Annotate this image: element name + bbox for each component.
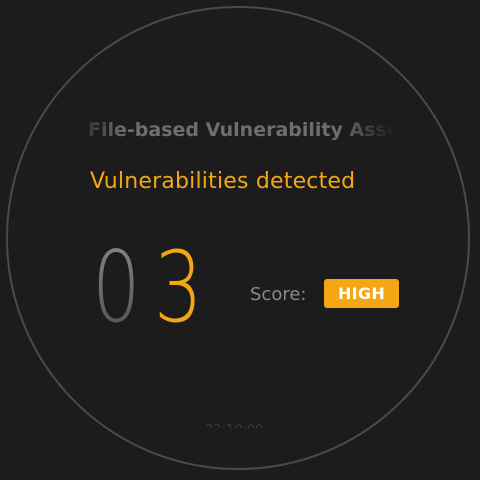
footer-time: 22:10:00 — [205, 418, 277, 428]
score-badge: HIGH — [324, 279, 399, 308]
header-title: File-based Vulnerability Assessment — [88, 119, 394, 141]
score-label: Score: — [250, 284, 307, 305]
vulnerability-count: 0 3 — [92, 232, 216, 344]
count-value-digit: 3 — [154, 231, 203, 345]
count-lead-digit: 0 — [92, 231, 141, 345]
watch-screen: File-based Vulnerability Assessment Vuln… — [0, 0, 480, 480]
dial-ring — [6, 6, 470, 470]
vulnerabilities-subtitle: Vulnerabilities detected — [90, 169, 356, 194]
